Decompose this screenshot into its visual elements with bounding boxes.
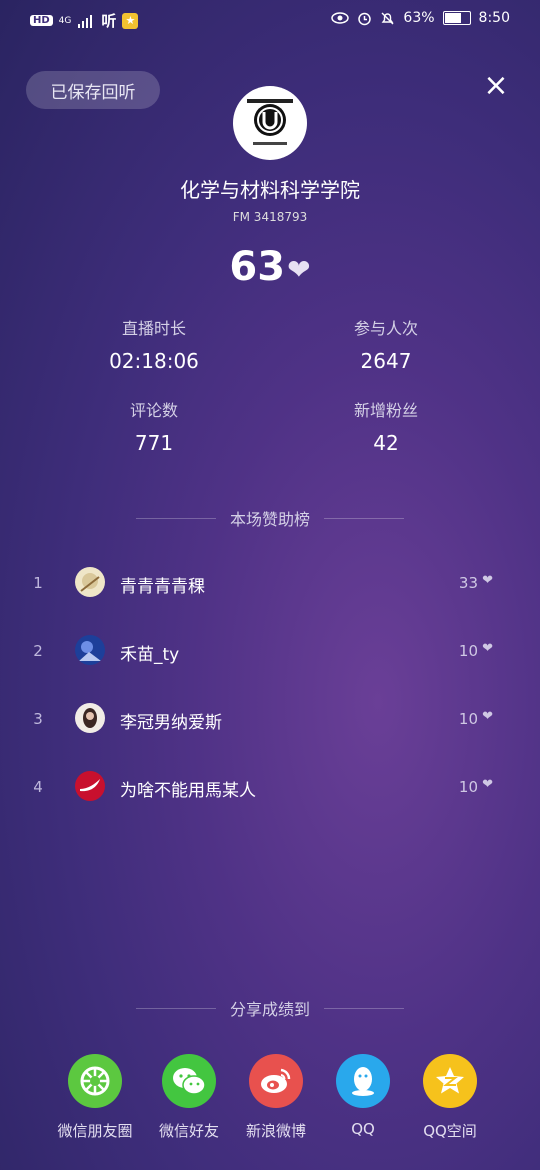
wechat-moments-icon[interactable] <box>68 1054 122 1108</box>
share-header: 分享成绩到 <box>0 996 540 1020</box>
user-avatar[interactable] <box>75 771 105 801</box>
battery-icon <box>442 11 471 25</box>
divider-line <box>324 1007 404 1009</box>
signal-icon <box>78 14 93 28</box>
user-score: 10 <box>458 778 478 796</box>
ranking-header: 本场赞助榜 <box>0 506 540 530</box>
user-avatar[interactable] <box>75 567 105 597</box>
share-label: 新浪微博 <box>245 1122 306 1140</box>
divider-line <box>324 517 404 519</box>
wechat-icon[interactable] <box>162 1054 216 1108</box>
battery-percent: 63% <box>403 10 435 26</box>
stat-value: 42 <box>373 431 399 455</box>
user-name: 李冠男纳爱斯 <box>120 713 222 733</box>
user-score: 33 <box>458 574 478 592</box>
likes-count: 63❤ <box>0 244 540 290</box>
share-label: QQ空间 <box>423 1122 477 1140</box>
ranking-row[interactable]: 3 李冠男纳爱斯 10 ❤ <box>0 700 540 740</box>
share-label: 微信朋友圈 <box>57 1122 133 1140</box>
saved-replay-button[interactable]: 已保存回听 <box>26 71 160 109</box>
user-name: 青青青青稞 <box>120 577 205 597</box>
user-name: 禾苗_ty <box>120 645 180 665</box>
close-button[interactable]: × <box>482 71 510 101</box>
user-score: 10 <box>458 710 478 728</box>
channel-avatar[interactable] <box>233 86 307 160</box>
network-type: 4G <box>58 15 72 26</box>
stat-value: 02:18:06 <box>109 349 199 373</box>
heart-icon: ❤ <box>482 641 493 656</box>
mute-bell-icon <box>381 12 394 24</box>
clock: 8:50 <box>478 10 510 26</box>
stat-duration: 直播时长 02:18:06 <box>54 315 254 373</box>
share-qzone-button[interactable]: QQ空间 <box>405 1054 495 1141</box>
qzone-icon[interactable] <box>423 1054 477 1108</box>
stat-value: 2647 <box>360 349 412 373</box>
heart-icon: ❤ <box>482 709 493 724</box>
share-wechat-button[interactable]: 微信好友 <box>144 1054 234 1141</box>
stat-label: 直播时长 <box>121 319 186 338</box>
ranking-row[interactable]: 1 青青青青稞 33 ❤ <box>0 564 540 604</box>
school-logo-icon <box>236 89 304 157</box>
heart-icon: ❤ <box>287 252 311 286</box>
rank-number: 4 <box>33 778 43 796</box>
user-score: 10 <box>458 642 478 660</box>
divider-line <box>135 517 216 519</box>
share-label: 微信好友 <box>158 1122 219 1140</box>
ranking-row[interactable]: 4 为啥不能用馬某人 10 ❤ <box>0 768 540 808</box>
user-avatar[interactable] <box>75 703 105 733</box>
rank-number: 2 <box>33 642 43 660</box>
share-wechat-moments-button[interactable]: 微信朋友圈 <box>50 1054 140 1141</box>
fm-id: FM 3418793 <box>232 210 308 224</box>
heart-icon: ❤ <box>482 777 493 792</box>
share-weibo-button[interactable]: 新浪微博 <box>231 1054 321 1141</box>
heart-icon: ❤ <box>482 573 493 588</box>
share-title: 分享成绩到 <box>229 1000 310 1019</box>
stat-value: 771 <box>134 431 174 455</box>
stat-participants: 参与人次 2647 <box>286 315 486 373</box>
divider-line <box>135 1007 216 1009</box>
stat-comments: 评论数 771 <box>54 397 254 455</box>
qq-icon[interactable] <box>336 1054 390 1108</box>
alarm-icon <box>358 12 372 25</box>
user-avatar[interactable] <box>75 635 105 665</box>
channel-name: 化学与材料科学学院 <box>180 178 360 202</box>
rank-number: 1 <box>33 574 43 592</box>
stat-label: 评论数 <box>129 401 178 420</box>
share-qq-button[interactable]: QQ <box>318 1054 408 1138</box>
likes-value: 63 <box>229 244 286 290</box>
stat-label: 新增粉丝 <box>353 401 418 420</box>
rank-number: 3 <box>33 710 43 728</box>
ranking-row[interactable]: 2 禾苗_ty 10 ❤ <box>0 632 540 672</box>
status-bar: HD 4G 听 ★ 63% 8:50 <box>0 0 540 40</box>
eye-icon <box>331 12 350 24</box>
star-app-icon: ★ <box>122 12 139 29</box>
user-name: 为啥不能用馬某人 <box>120 781 256 801</box>
hd-indicator: HD <box>30 15 53 26</box>
share-label: QQ <box>351 1120 375 1138</box>
stat-label: 参与人次 <box>353 319 418 338</box>
listen-app-indicator: 听 <box>101 12 117 30</box>
stat-new-fans: 新增粉丝 42 <box>286 397 486 455</box>
ranking-title: 本场赞助榜 <box>229 510 310 529</box>
weibo-icon[interactable] <box>249 1054 303 1108</box>
